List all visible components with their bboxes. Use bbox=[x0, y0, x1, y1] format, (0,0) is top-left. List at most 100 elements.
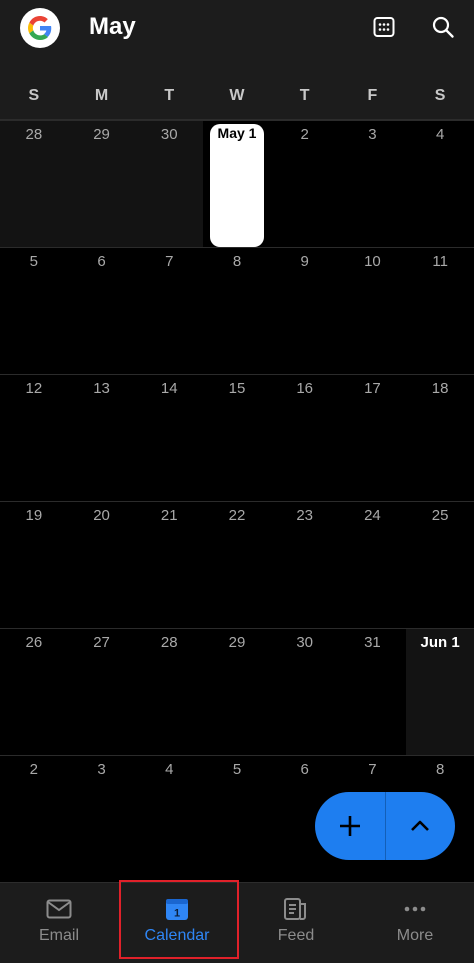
day-cell[interactable]: 18 bbox=[406, 374, 474, 501]
day-number: 7 bbox=[165, 253, 174, 270]
day-cell[interactable]: 2 bbox=[0, 755, 68, 882]
day-cell[interactable]: 15 bbox=[203, 374, 271, 501]
day-cell[interactable]: 26 bbox=[0, 628, 68, 755]
day-cell[interactable]: 2 bbox=[270, 120, 339, 247]
more-dots-icon bbox=[404, 906, 426, 912]
day-cell[interactable]: 4 bbox=[135, 755, 204, 882]
day-cell[interactable]: 23 bbox=[270, 501, 339, 628]
day-number: 28 bbox=[160, 634, 178, 651]
day-cell[interactable]: 10 bbox=[338, 247, 407, 374]
mail-icon bbox=[46, 899, 72, 919]
app-header: May bbox=[0, 0, 474, 72]
day-cell[interactable]: 22 bbox=[203, 501, 271, 628]
day-number: 3 bbox=[97, 761, 106, 778]
day-number: 4 bbox=[435, 126, 445, 143]
nav-item-feed[interactable]: Feed bbox=[237, 883, 355, 963]
day-number: 22 bbox=[228, 507, 246, 524]
day-view-button[interactable] bbox=[369, 12, 399, 42]
weekday-label: T bbox=[164, 87, 175, 104]
account-avatar[interactable] bbox=[20, 8, 60, 48]
nav-item-more[interactable]: More bbox=[356, 883, 474, 963]
day-cell[interactable]: 27 bbox=[67, 628, 136, 755]
plus-icon bbox=[339, 816, 360, 836]
weekday-label: W bbox=[229, 87, 245, 104]
day-cell[interactable]: 8 bbox=[203, 247, 271, 374]
weekday-label: M bbox=[94, 87, 109, 104]
day-cell[interactable]: 29 bbox=[67, 120, 136, 247]
day-number: 29 bbox=[93, 126, 110, 143]
day-number: 11 bbox=[432, 253, 448, 270]
day-cell[interactable]: 5 bbox=[203, 755, 271, 882]
day-cell[interactable]: 3 bbox=[338, 120, 407, 247]
day-number: 12 bbox=[25, 380, 43, 397]
day-number: 30 bbox=[296, 634, 314, 651]
day-cell[interactable]: 28 bbox=[0, 120, 68, 247]
day-cell[interactable]: 28 bbox=[135, 628, 204, 755]
nav-item-label: Feed bbox=[277, 927, 315, 944]
weekday-label: S bbox=[434, 87, 446, 104]
day-cell[interactable]: 20 bbox=[67, 501, 136, 628]
nav-item-calendar[interactable]: 1 Calendar bbox=[118, 883, 236, 963]
bottom-navigation: Email 1 Calendar Feed More bbox=[0, 882, 474, 963]
month-grid: 28 29 30 May 1 2 3 4 5 6 7 8 9 10 11 12 13 14 15 16 17 18 19 2… bbox=[0, 120, 474, 882]
day-cell[interactable]: 4 bbox=[406, 120, 474, 247]
day-number: 4 bbox=[165, 761, 174, 778]
day-number: 8 bbox=[232, 253, 242, 270]
floating-action-button bbox=[315, 792, 455, 860]
day-cell[interactable]: 17 bbox=[338, 374, 407, 501]
today-badge: May 1 bbox=[209, 124, 265, 247]
day-cell[interactable]: 14 bbox=[135, 374, 204, 501]
day-cell[interactable]: Jun 1 bbox=[406, 628, 474, 755]
day-cell[interactable]: 16 bbox=[270, 374, 339, 501]
nav-item-email[interactable]: Email bbox=[0, 883, 118, 963]
day-number: 30 bbox=[160, 126, 178, 143]
day-number: 23 bbox=[296, 507, 314, 524]
search-icon bbox=[432, 16, 454, 38]
month-title[interactable]: May bbox=[89, 12, 136, 42]
google-g-icon bbox=[28, 16, 52, 40]
day-number: 15 bbox=[228, 380, 246, 397]
day-cell[interactable]: 29 bbox=[203, 628, 271, 755]
day-cell[interactable]: 21 bbox=[135, 501, 204, 628]
day-number: 13 bbox=[93, 380, 110, 397]
day-cell[interactable]: 7 bbox=[135, 247, 204, 374]
day-cell[interactable]: 31 bbox=[338, 628, 407, 755]
day-cell[interactable]: May 1 bbox=[203, 120, 271, 247]
day-cell[interactable]: 30 bbox=[135, 120, 204, 247]
day-cell[interactable]: 12 bbox=[0, 374, 68, 501]
day-number: 28 bbox=[25, 126, 43, 143]
day-cell[interactable]: 24 bbox=[338, 501, 407, 628]
nav-item-label: More bbox=[396, 927, 434, 944]
day-cell[interactable]: 3 bbox=[67, 755, 136, 882]
calendar-icon-day: 1 bbox=[174, 908, 180, 920]
day-number: 20 bbox=[93, 507, 110, 524]
day-number: 10 bbox=[364, 253, 381, 270]
calendar-grid-icon bbox=[373, 17, 395, 37]
weekday-label: S bbox=[28, 87, 40, 104]
nav-item-label: Calendar bbox=[144, 927, 210, 944]
day-number: Jun 1 bbox=[420, 634, 460, 651]
day-number: 21 bbox=[160, 507, 178, 524]
day-number: 19 bbox=[25, 507, 43, 524]
day-cell[interactable]: 30 bbox=[270, 628, 339, 755]
search-button[interactable] bbox=[428, 12, 458, 42]
day-cell[interactable]: 9 bbox=[270, 247, 339, 374]
expand-button[interactable] bbox=[386, 792, 456, 860]
day-number: 27 bbox=[93, 634, 110, 651]
day-cell[interactable]: 19 bbox=[0, 501, 68, 628]
day-number: 29 bbox=[228, 634, 246, 651]
day-cell[interactable]: 13 bbox=[67, 374, 136, 501]
day-number: 26 bbox=[25, 634, 43, 651]
day-cell[interactable]: 5 bbox=[0, 247, 68, 374]
day-cell[interactable]: 6 bbox=[67, 247, 136, 374]
day-cell[interactable]: 11 bbox=[406, 247, 474, 374]
new-event-button[interactable] bbox=[315, 792, 385, 860]
day-number: 5 bbox=[232, 761, 242, 778]
day-number: 14 bbox=[160, 380, 178, 397]
day-number: 18 bbox=[431, 380, 449, 397]
day-number: 2 bbox=[300, 126, 309, 143]
nav-item-label: Email bbox=[38, 927, 79, 944]
feed-icon bbox=[284, 898, 306, 920]
day-cell[interactable]: 25 bbox=[406, 501, 474, 628]
day-number: 17 bbox=[364, 380, 381, 397]
